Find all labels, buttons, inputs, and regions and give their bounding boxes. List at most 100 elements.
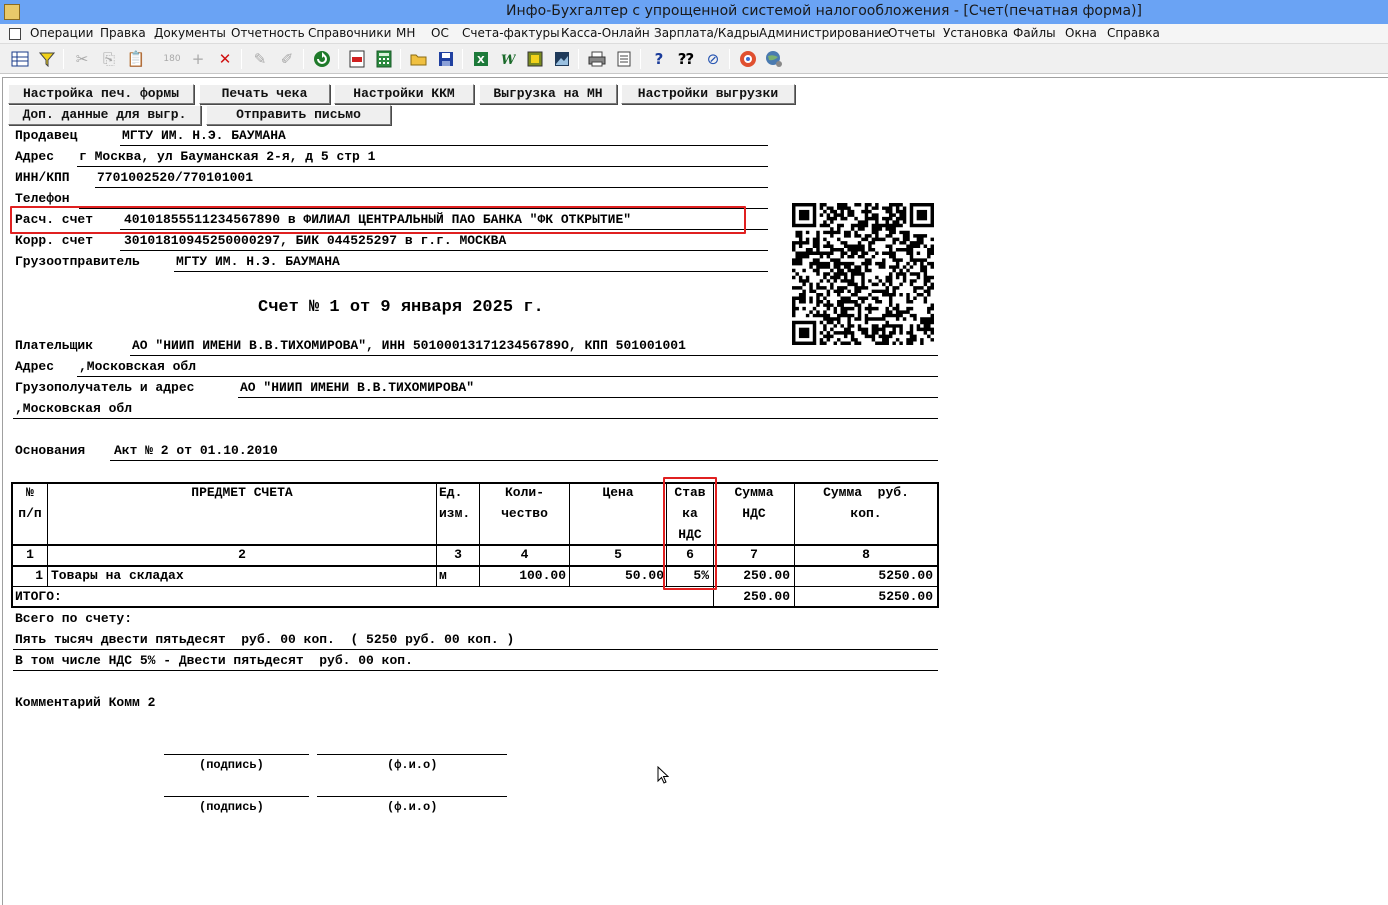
- menu-windows[interactable]: Окна: [1065, 26, 1097, 40]
- table-border: [436, 482, 437, 586]
- paste-icon[interactable]: 📋: [125, 48, 147, 70]
- print-check-button[interactable]: Печать чека: [199, 84, 330, 104]
- menu-mn[interactable]: МН: [396, 26, 415, 40]
- menu-reporting[interactable]: Отчетность: [231, 26, 305, 40]
- toolbar-separator: [640, 49, 641, 69]
- open-folder-icon[interactable]: [408, 48, 430, 70]
- divider: [174, 271, 768, 272]
- help-icon[interactable]: ?: [648, 48, 670, 70]
- header-num-1: №: [26, 485, 34, 500]
- menu-administration[interactable]: Администрирование: [759, 26, 889, 40]
- print-settings-button[interactable]: Настройка печ. формы: [8, 84, 194, 104]
- seller-address: г Москва, ул Бауманская 2-я, д 5 стр 1: [79, 149, 376, 164]
- image-icon[interactable]: [551, 48, 573, 70]
- menu-os[interactable]: ОС: [431, 26, 449, 40]
- divider: [130, 355, 938, 356]
- menu-references[interactable]: Справочники: [308, 26, 391, 40]
- toolbar-separator: [462, 49, 463, 69]
- menu-reports[interactable]: Отчеты: [888, 26, 935, 40]
- header-price: Цена: [602, 485, 634, 500]
- total-label: ИТОГО:: [15, 589, 62, 604]
- refresh-icon[interactable]: [311, 48, 333, 70]
- toolbar: ✂ ⎘ 📋 180 + ✕ ✎ ✐ X W ? ⁇ ⊘: [0, 44, 1388, 74]
- toolbar-separator: [729, 49, 730, 69]
- signature-caption: (подпись): [199, 800, 264, 814]
- seller-corr-label: Корр. счет: [15, 233, 94, 248]
- pdf-icon[interactable]: [346, 48, 368, 70]
- kkm-settings-button[interactable]: Настройки ККМ: [334, 84, 474, 104]
- compass-icon[interactable]: ⊘: [702, 48, 724, 70]
- save-icon[interactable]: [435, 48, 457, 70]
- window-title: Инфо-Бухгалтер с упрощенной системой нал…: [506, 3, 1142, 19]
- seller-corr: 30101810945250000297, БИК 044525297 в г.…: [124, 233, 507, 248]
- rotate-icon[interactable]: 180: [161, 48, 183, 70]
- title-bar: Инфо-Бухгалтер с упрощенной системой нал…: [0, 0, 1388, 24]
- divider: [77, 376, 938, 377]
- header-vat-1: Сумма: [734, 485, 774, 500]
- shipper-name: МГТУ ИМ. Н.Э. БАУМАНА: [176, 254, 340, 269]
- divider: [238, 397, 938, 398]
- row-item: Товары на складах: [51, 568, 184, 583]
- unlink-icon[interactable]: ✐: [276, 48, 298, 70]
- menu-setup[interactable]: Установка: [943, 26, 1008, 40]
- grid-icon[interactable]: [9, 48, 31, 70]
- consignee-address: ,Московская обл: [15, 401, 133, 416]
- payer-label: Плательщик: [15, 338, 94, 353]
- col-number: 8: [862, 547, 870, 562]
- excel-icon[interactable]: X: [470, 48, 492, 70]
- toolbar-separator: [400, 49, 401, 69]
- export-icon[interactable]: [524, 48, 546, 70]
- word-icon[interactable]: W: [497, 48, 519, 70]
- toolbar-separator: [303, 49, 304, 69]
- print-form: Настройка печ. формы Печать чека Настрой…: [2, 77, 1388, 905]
- link-icon[interactable]: ✎: [249, 48, 271, 70]
- payer-value: АО "НИИП ИМЕНИ В.В.ТИХОМИРОВА", ИНН 5010…: [132, 338, 686, 353]
- filter-icon[interactable]: [36, 48, 58, 70]
- header-sum-1: Сумма руб.: [823, 485, 909, 500]
- shipper-label: Грузоотправитель: [15, 254, 140, 269]
- menu-invoices[interactable]: Счета-фактуры: [462, 26, 560, 40]
- menu-online-cash[interactable]: Касса-Онлайн: [561, 26, 650, 40]
- total-sum: 5250.00: [878, 589, 933, 604]
- context-help-icon[interactable]: ⁇: [675, 48, 697, 70]
- export-mn-button[interactable]: Выгрузка на МН: [479, 84, 617, 104]
- col-number: 7: [750, 547, 758, 562]
- print-icon[interactable]: [586, 48, 608, 70]
- calculator-icon[interactable]: [373, 48, 395, 70]
- divider: [77, 166, 768, 167]
- menu-documents[interactable]: Документы: [154, 26, 226, 40]
- highlight-account: [10, 206, 746, 234]
- total-vat: 250.00: [743, 589, 790, 604]
- signature-line: [164, 796, 309, 797]
- preview-icon[interactable]: [613, 48, 635, 70]
- highlight-vat-rate: [663, 477, 717, 590]
- row-num: 1: [35, 568, 43, 583]
- menu-bar: Операции Правка Документы Отчетность Спр…: [0, 24, 1388, 44]
- globe-icon[interactable]: [763, 48, 785, 70]
- seller-inn-label: ИНН/КПП: [15, 170, 70, 185]
- send-letter-button[interactable]: Отправить письмо: [206, 105, 391, 125]
- add-icon[interactable]: +: [187, 48, 209, 70]
- toolbar-separator: [241, 49, 242, 69]
- menu-operations[interactable]: Операции: [30, 26, 93, 40]
- menu-files[interactable]: Файлы: [1013, 26, 1056, 40]
- row-sum: 5250.00: [878, 568, 933, 583]
- mouse-cursor-icon: [657, 766, 669, 784]
- divider: [120, 145, 768, 146]
- export-settings-button[interactable]: Настройки выгрузки: [621, 84, 795, 104]
- comment: Комментарий Комм 2: [15, 695, 156, 710]
- seller-name: МГТУ ИМ. Н.Э. БАУМАНА: [122, 128, 286, 143]
- support-icon[interactable]: [737, 48, 759, 70]
- header-vat-2: НДС: [742, 506, 766, 521]
- menu-payroll[interactable]: Зарплата/Кадры: [654, 26, 759, 40]
- copy-icon[interactable]: ⎘: [98, 48, 120, 70]
- delete-icon[interactable]: ✕: [214, 48, 236, 70]
- extra-data-button[interactable]: Доп. данные для выгр.: [8, 105, 201, 125]
- menu-help[interactable]: Справка: [1107, 26, 1160, 40]
- toolbar-separator: [578, 49, 579, 69]
- toolbar-separator: [338, 49, 339, 69]
- qr-code: [792, 203, 934, 345]
- cut-icon[interactable]: ✂: [71, 48, 93, 70]
- document-menu-icon[interactable]: [9, 28, 21, 40]
- menu-edit[interactable]: Правка: [100, 26, 146, 40]
